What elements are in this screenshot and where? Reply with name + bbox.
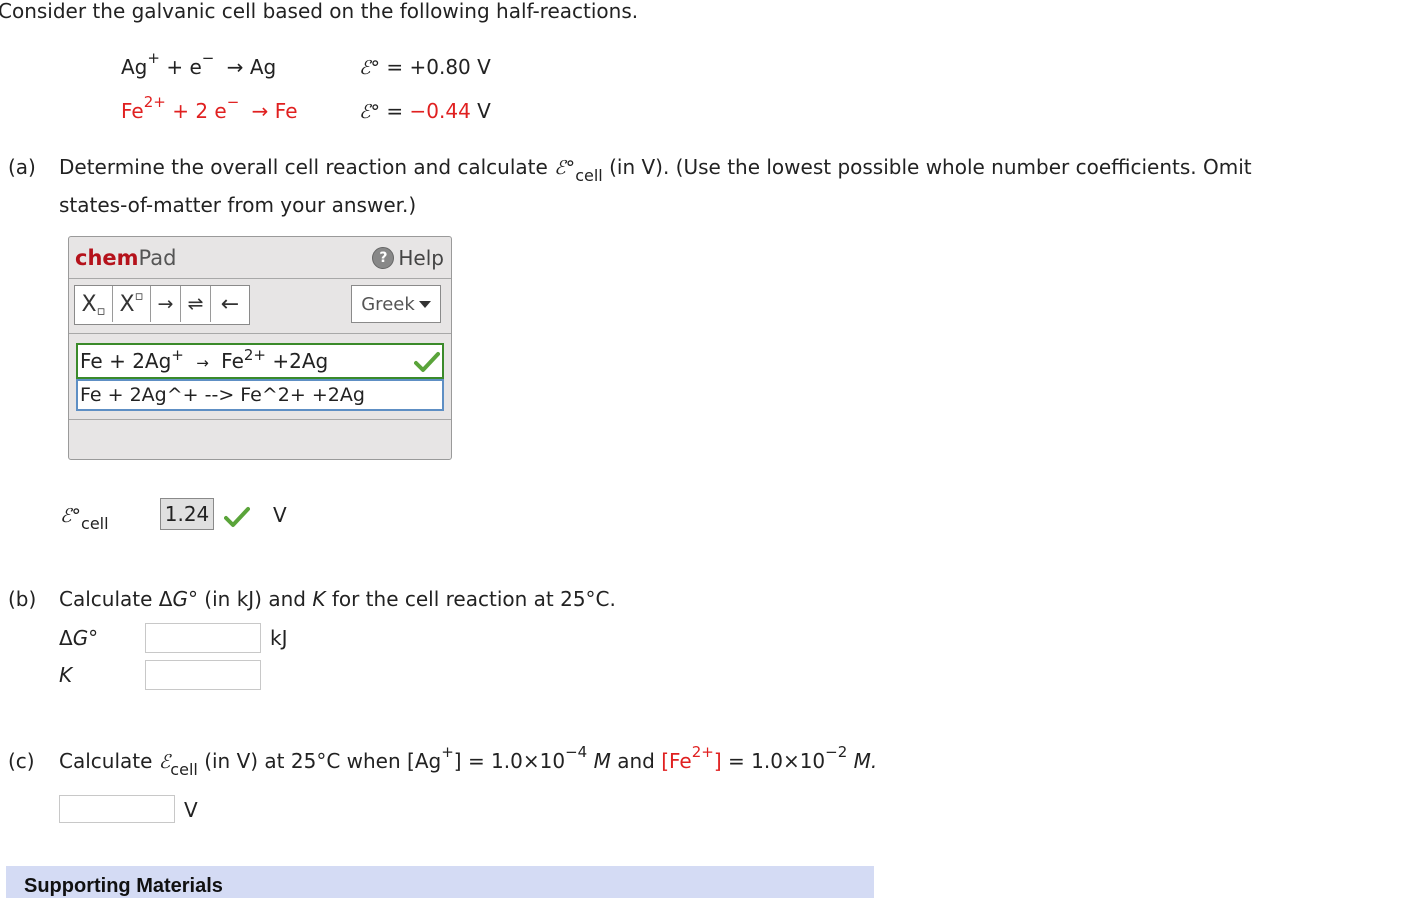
answer-text-input[interactable]: Fe + 2Ag^+ --> Fe^2+ +2Ag [76,379,444,411]
ecell-c-unit: V [184,798,198,822]
subscript-button[interactable]: X ▫ [75,286,113,322]
right-arrow-button[interactable]: → [151,286,181,322]
part-c-question: Calculate ℰcell (in V) at 25°C when [Ag+… [59,743,878,779]
k-input[interactable] [145,660,261,690]
greek-dropdown[interactable]: Greek [351,285,441,323]
ecell-label: ℰ°cell [60,505,109,533]
chevron-down-icon [418,300,431,308]
chempad-toolbar: X ▫ X ▫ → ⇌ ← [74,285,250,325]
chempad-divider [69,278,451,279]
correct-check-icon [224,507,250,527]
ecell-answer-field[interactable]: 1.24 [160,498,214,530]
chempad-divider-2 [69,333,451,334]
ecell-unit: V [273,503,287,527]
ecell-c-input[interactable] [59,795,175,823]
intro-text: Consider the galvanic cell based on the … [0,0,639,23]
help-button[interactable]: ? Help [372,246,444,270]
part-b-question: Calculate ΔG° (in kJ) and K for the cell… [59,587,616,611]
rendered-answer: Fe + 2Ag+ → Fe2+ +2Ag [76,343,444,379]
part-b-label: (b) [8,587,37,611]
help-icon: ? [372,247,395,269]
superscript-button[interactable]: X ▫ [113,286,151,322]
correct-check-icon [414,352,440,372]
equilibrium-arrow-button[interactable]: ⇌ [181,286,211,322]
part-a-label: (a) [8,155,36,179]
delta-g-input[interactable] [145,623,261,653]
half-reaction-2-potential: ℰ° = −0.44 V [359,99,491,123]
supporting-materials-label: Supporting Materials [24,875,223,897]
left-arrow-button[interactable]: ← [211,286,249,322]
chempad-divider-3 [69,419,451,420]
k-label: K [59,663,73,687]
chempad-title: chemPad [75,246,177,270]
half-reaction-2: Fe2+ + 2 e− → Fe [121,93,298,123]
chempad-widget: chemPad ? Help X ▫ X ▫ → ⇌ ← Greek Fe + 2A… [68,236,452,460]
half-reaction-1-potential: ℰ° = +0.80 V [359,55,491,79]
part-c-label: (c) [8,749,35,773]
delta-g-unit: kJ [270,626,288,650]
part-a-question-cont: states-of-matter from your answer.) [59,193,417,217]
supporting-materials-bar[interactable]: Supporting Materials [6,866,874,898]
part-a-question: Determine the overall cell reaction and … [59,155,1252,185]
delta-g-label: ΔG° [59,626,99,650]
half-reaction-1: Ag+ + e− → Ag [121,49,277,79]
